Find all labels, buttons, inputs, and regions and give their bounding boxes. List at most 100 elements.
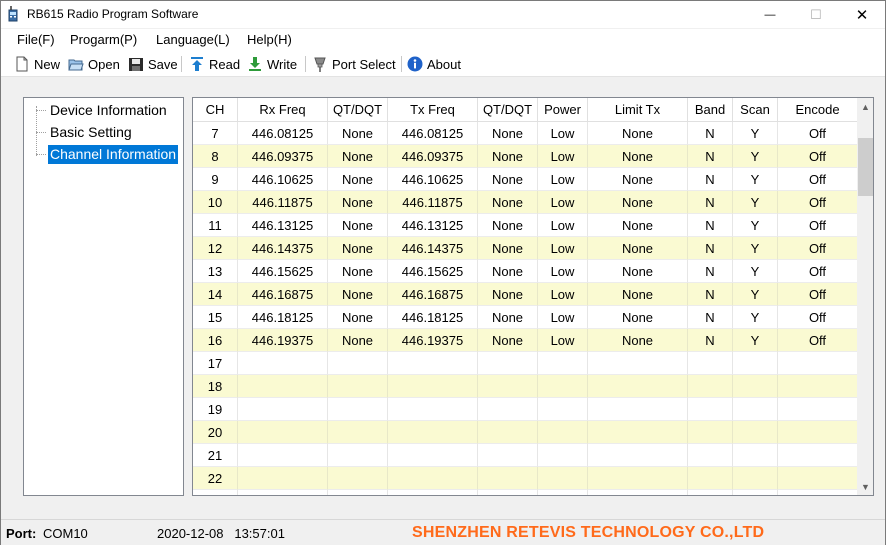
column-header-band[interactable]: Band: [688, 98, 733, 122]
cell-encode[interactable]: Off: [778, 122, 858, 145]
table-row[interactable]: 15 446.18125 None 446.18125 None Low None N Y Off: [193, 306, 858, 329]
cell-rx-qt-dqt[interactable]: None: [328, 122, 388, 145]
cell-tx-freq[interactable]: 446.14375: [388, 237, 478, 260]
cell-scan[interactable]: [733, 444, 778, 467]
cell-limit-tx[interactable]: None: [588, 122, 688, 145]
cell-rx-qt-dqt[interactable]: None: [328, 283, 388, 306]
cell-ch[interactable]: 22: [193, 467, 238, 490]
table-row[interactable]: 13 446.15625 None 446.15625 None Low None N Y Off: [193, 260, 858, 283]
cell-band[interactable]: N: [688, 168, 733, 191]
cell-band[interactable]: N: [688, 145, 733, 168]
cell-encode[interactable]: Off: [778, 168, 858, 191]
menu-file[interactable]: File(F): [17, 32, 55, 47]
save-button[interactable]: Save: [128, 54, 178, 74]
cell-limit-tx[interactable]: [588, 352, 688, 375]
cell-rx-qt-dqt[interactable]: None: [328, 168, 388, 191]
cell-limit-tx[interactable]: None: [588, 145, 688, 168]
column-header-limit-tx[interactable]: Limit Tx: [588, 98, 688, 122]
table-row[interactable]: 17: [193, 352, 858, 375]
column-header-tx-qt-dqt[interactable]: QT/DQT: [478, 98, 538, 122]
table-row[interactable]: 7 446.08125 None 446.08125 None Low None N Y Off: [193, 122, 858, 145]
cell-power[interactable]: Low: [538, 260, 588, 283]
cell-scan[interactable]: Y: [733, 306, 778, 329]
cell-tx-freq[interactable]: 446.15625: [388, 260, 478, 283]
cell-limit-tx[interactable]: [588, 375, 688, 398]
close-button[interactable]: ✕: [839, 1, 885, 28]
cell-limit-tx[interactable]: [588, 444, 688, 467]
cell-tx-freq[interactable]: 446.18125: [388, 306, 478, 329]
cell-rx-freq[interactable]: [238, 467, 328, 490]
cell-encode[interactable]: [778, 444, 858, 467]
cell-tx-qt-dqt[interactable]: None: [478, 283, 538, 306]
cell-tx-qt-dqt[interactable]: None: [478, 214, 538, 237]
cell-band[interactable]: [688, 490, 733, 495]
cell-encode[interactable]: Off: [778, 329, 858, 352]
menu-help[interactable]: Help(H): [247, 32, 292, 47]
cell-power[interactable]: Low: [538, 283, 588, 306]
cell-rx-freq[interactable]: 446.11875: [238, 191, 328, 214]
cell-rx-freq[interactable]: 446.18125: [238, 306, 328, 329]
cell-power[interactable]: [538, 444, 588, 467]
cell-rx-freq[interactable]: 446.16875: [238, 283, 328, 306]
cell-scan[interactable]: [733, 398, 778, 421]
cell-limit-tx[interactable]: [588, 398, 688, 421]
minimize-button[interactable]: —: [747, 1, 793, 28]
cell-tx-qt-dqt[interactable]: None: [478, 306, 538, 329]
cell-ch[interactable]: 15: [193, 306, 238, 329]
cell-tx-qt-dqt[interactable]: [478, 490, 538, 495]
cell-rx-qt-dqt[interactable]: None: [328, 329, 388, 352]
cell-ch[interactable]: 21: [193, 444, 238, 467]
cell-scan[interactable]: Y: [733, 122, 778, 145]
table-row[interactable]: 14 446.16875 None 446.16875 None Low None N Y Off: [193, 283, 858, 306]
scroll-down-icon[interactable]: ▼: [857, 478, 873, 495]
column-header-rx-qt-dqt[interactable]: QT/DQT: [328, 98, 388, 122]
cell-scan[interactable]: [733, 352, 778, 375]
cell-encode[interactable]: [778, 352, 858, 375]
column-header-power[interactable]: Power: [538, 98, 588, 122]
cell-encode[interactable]: [778, 398, 858, 421]
column-header-ch[interactable]: CH: [193, 98, 238, 122]
table-row[interactable]: 22: [193, 467, 858, 490]
table-row[interactable]: [193, 490, 858, 495]
cell-scan[interactable]: Y: [733, 214, 778, 237]
cell-power[interactable]: [538, 375, 588, 398]
cell-ch[interactable]: 19: [193, 398, 238, 421]
cell-rx-qt-dqt[interactable]: None: [328, 237, 388, 260]
cell-rx-freq[interactable]: [238, 398, 328, 421]
cell-ch[interactable]: 8: [193, 145, 238, 168]
table-row[interactable]: 12 446.14375 None 446.14375 None Low None N Y Off: [193, 237, 858, 260]
read-button[interactable]: Read: [189, 54, 240, 74]
cell-limit-tx[interactable]: None: [588, 191, 688, 214]
cell-band[interactable]: [688, 421, 733, 444]
cell-band[interactable]: [688, 352, 733, 375]
cell-rx-freq[interactable]: 446.14375: [238, 237, 328, 260]
cell-tx-qt-dqt[interactable]: None: [478, 329, 538, 352]
cell-band[interactable]: [688, 375, 733, 398]
cell-rx-freq[interactable]: 446.19375: [238, 329, 328, 352]
cell-power[interactable]: Low: [538, 122, 588, 145]
table-row[interactable]: 18: [193, 375, 858, 398]
cell-tx-freq[interactable]: 446.13125: [388, 214, 478, 237]
table-row[interactable]: 10 446.11875 None 446.11875 None Low None N Y Off: [193, 191, 858, 214]
cell-limit-tx[interactable]: None: [588, 306, 688, 329]
cell-rx-qt-dqt[interactable]: None: [328, 145, 388, 168]
cell-power[interactable]: Low: [538, 168, 588, 191]
cell-limit-tx[interactable]: None: [588, 214, 688, 237]
cell-scan[interactable]: Y: [733, 191, 778, 214]
cell-scan[interactable]: Y: [733, 145, 778, 168]
cell-tx-qt-dqt[interactable]: [478, 421, 538, 444]
cell-limit-tx[interactable]: [588, 490, 688, 495]
cell-encode[interactable]: [778, 467, 858, 490]
cell-ch[interactable]: 13: [193, 260, 238, 283]
cell-ch[interactable]: 14: [193, 283, 238, 306]
table-row[interactable]: 16 446.19375 None 446.19375 None Low None N Y Off: [193, 329, 858, 352]
cell-power[interactable]: [538, 352, 588, 375]
column-header-scan[interactable]: Scan: [733, 98, 778, 122]
port-select-button[interactable]: Port Select: [312, 54, 396, 74]
cell-encode[interactable]: [778, 375, 858, 398]
cell-rx-qt-dqt[interactable]: [328, 375, 388, 398]
cell-tx-freq[interactable]: [388, 375, 478, 398]
cell-tx-freq[interactable]: 446.10625: [388, 168, 478, 191]
cell-tx-freq[interactable]: [388, 490, 478, 495]
cell-rx-freq[interactable]: [238, 490, 328, 495]
